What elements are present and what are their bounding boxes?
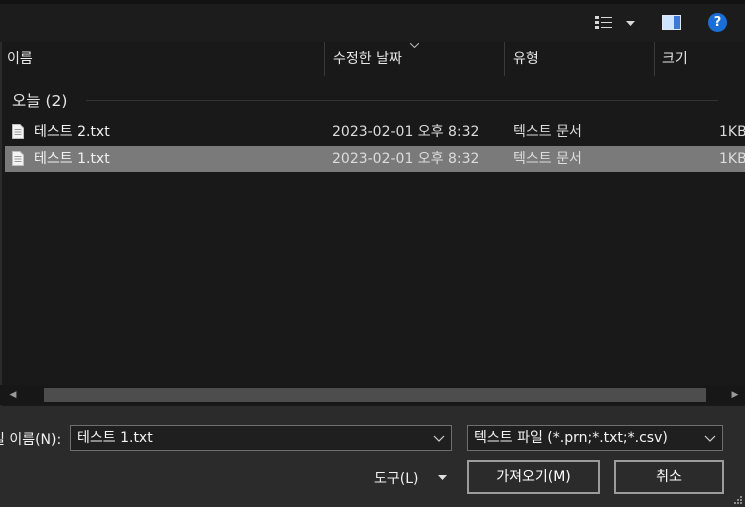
column-header-modified[interactable]: 수정한 날짜 bbox=[333, 42, 402, 76]
file-name: 테스트 1.txt bbox=[34, 151, 110, 167]
preview-pane-icon bbox=[662, 15, 681, 30]
tools-label: 도구(L) bbox=[374, 471, 419, 487]
file-name: 테스트 2.txt bbox=[34, 124, 110, 140]
chevron-down-icon[interactable] bbox=[431, 426, 447, 450]
help-icon: ? bbox=[708, 13, 727, 32]
toolbar: ? bbox=[0, 4, 745, 42]
filename-value: 테스트 1.txt bbox=[77, 430, 153, 446]
text-file-icon bbox=[12, 151, 24, 166]
file-row[interactable]: 테스트 2.txt 2023-02-01 오후 8:32 텍스트 문서 1KB bbox=[5, 119, 745, 145]
file-type: 텍스트 문서 bbox=[513, 151, 582, 167]
group-divider bbox=[86, 100, 718, 101]
scrollbar-thumb[interactable] bbox=[44, 388, 706, 402]
file-size: 1KB bbox=[719, 151, 745, 167]
filename-label: 일 이름(N): bbox=[0, 432, 62, 448]
list-left-border bbox=[0, 42, 2, 406]
file-modified: 2023-02-01 오후 8:32 bbox=[332, 124, 480, 140]
cancel-button[interactable]: 취소 bbox=[614, 460, 724, 494]
list-view-icon bbox=[595, 16, 612, 29]
column-header-type[interactable]: 유형 bbox=[513, 42, 539, 76]
column-separator[interactable] bbox=[654, 42, 655, 76]
column-header-name[interactable]: 이름 bbox=[7, 42, 33, 76]
file-type-filter[interactable]: 텍스트 파일 (*.prn;*.txt;*.csv) bbox=[467, 425, 723, 451]
file-size: 1KB bbox=[719, 124, 745, 140]
file-list bbox=[0, 42, 745, 406]
scroll-left-icon[interactable]: ◀ bbox=[3, 385, 23, 405]
resize-grip-icon[interactable] bbox=[733, 495, 743, 505]
scroll-right-icon[interactable]: ▶ bbox=[725, 385, 745, 405]
help-button[interactable]: ? bbox=[705, 10, 731, 36]
file-type: 텍스트 문서 bbox=[513, 124, 582, 140]
file-modified: 2023-02-01 오후 8:32 bbox=[332, 151, 480, 167]
column-separator[interactable] bbox=[504, 42, 505, 76]
tools-menu[interactable]: 도구(L) bbox=[366, 462, 456, 492]
import-button[interactable]: 가져오기(M) bbox=[467, 460, 600, 494]
filter-value: 텍스트 파일 (*.prn;*.txt;*.csv) bbox=[474, 430, 668, 446]
chevron-down-icon[interactable] bbox=[702, 426, 718, 450]
filename-input[interactable]: 테스트 1.txt bbox=[70, 425, 452, 451]
column-header-size[interactable]: 크기 bbox=[662, 42, 688, 76]
group-header-today[interactable]: 오늘 (2) bbox=[12, 89, 67, 111]
file-row-selected[interactable]: 테스트 1.txt 2023-02-01 오후 8:32 텍스트 문서 1KB bbox=[5, 146, 745, 172]
column-separator[interactable] bbox=[324, 42, 325, 76]
sort-chevron-icon bbox=[410, 43, 419, 48]
caret-down-icon bbox=[438, 475, 447, 480]
chevron-down-icon bbox=[626, 21, 635, 26]
view-options-button[interactable] bbox=[590, 10, 640, 36]
preview-pane-button[interactable] bbox=[658, 10, 686, 36]
text-file-icon bbox=[12, 124, 24, 139]
